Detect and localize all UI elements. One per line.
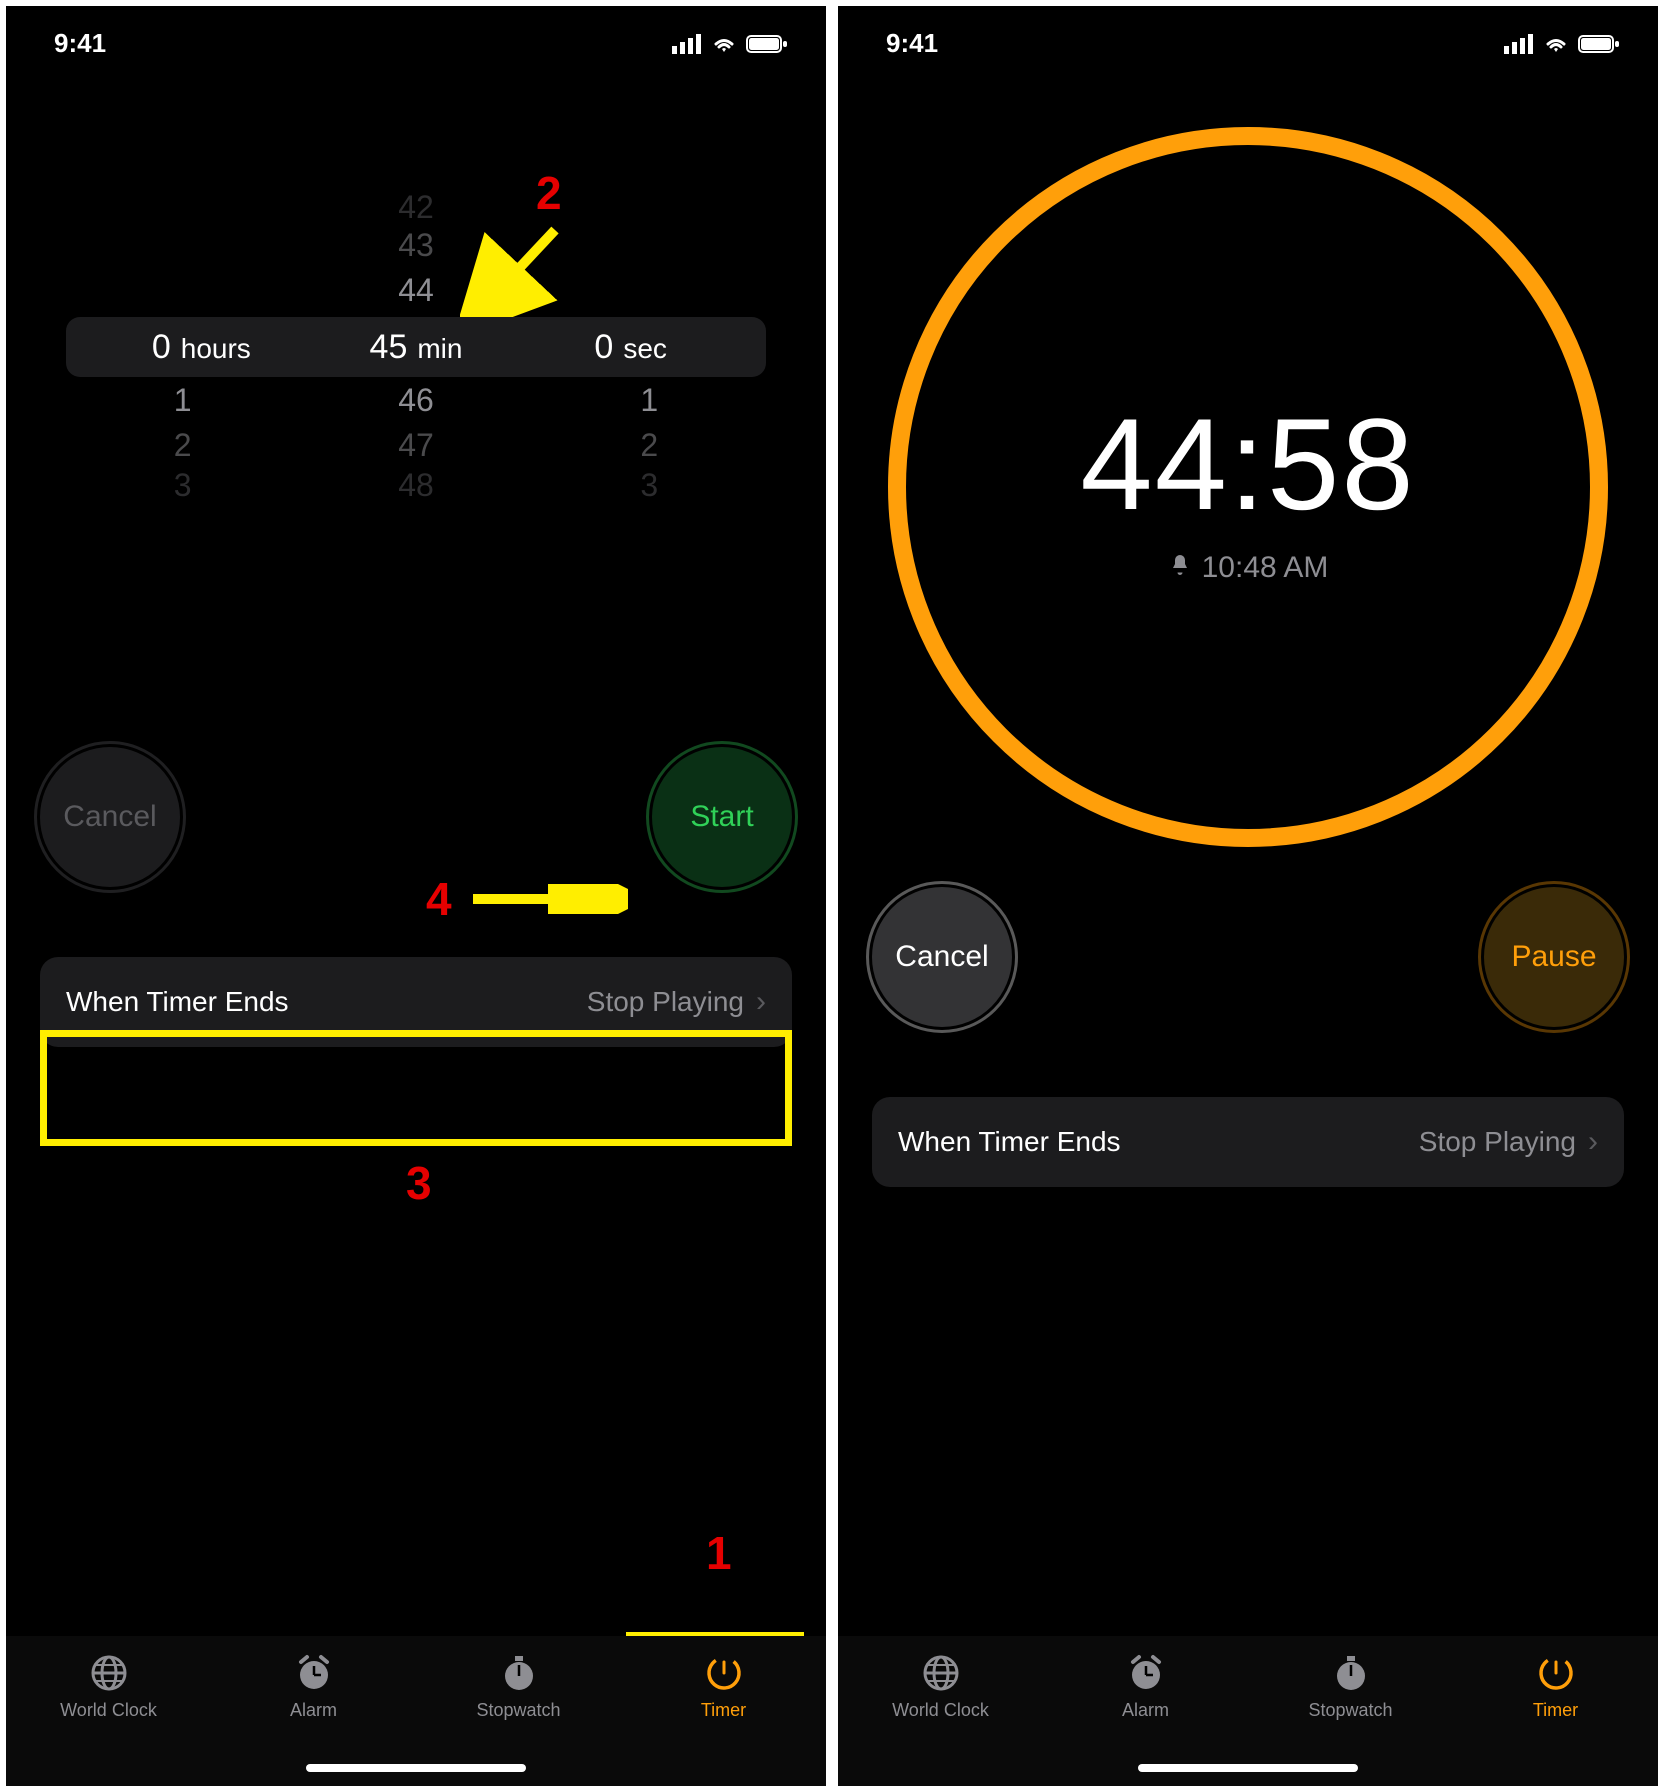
wifi-icon [1542, 34, 1570, 54]
annotation-4: 4 [426, 872, 452, 926]
pause-button[interactable]: Pause [1484, 887, 1624, 1027]
tab-timer[interactable]: Timer [1453, 1652, 1658, 1721]
home-indicator[interactable] [1138, 1764, 1358, 1772]
cancel-button[interactable]: Cancel [872, 887, 1012, 1027]
cancel-button[interactable]: Cancel [40, 747, 180, 887]
when-timer-ends-value: Stop Playing [587, 986, 744, 1018]
timer-icon [1535, 1652, 1577, 1694]
battery-icon [1578, 34, 1620, 54]
when-timer-ends-row[interactable]: When Timer Ends Stop Playing › [40, 957, 792, 1047]
when-timer-ends-label: When Timer Ends [66, 986, 587, 1018]
time-remaining: 44:58 [1080, 389, 1415, 539]
chevron-right-icon: › [1588, 1125, 1598, 1159]
stopwatch-icon [498, 1652, 540, 1694]
timer-progress-ring: 44:58 10:48 AM [838, 107, 1658, 867]
annotation-box-3 [40, 1030, 792, 1146]
tab-stopwatch[interactable]: Stopwatch [416, 1652, 621, 1721]
phone-left: 9:41 2 42 43 44 0hours 45min 0sec 1461 2… [6, 6, 826, 1786]
status-indicators [672, 34, 788, 54]
alarm-icon [1125, 1652, 1167, 1694]
status-indicators [1504, 34, 1620, 54]
minutes-value: 45 [370, 328, 408, 367]
cellular-icon [672, 34, 702, 54]
tab-bar: World Clock Alarm Stopwatch Timer [838, 1636, 1658, 1786]
tab-stopwatch[interactable]: Stopwatch [1248, 1652, 1453, 1721]
tab-alarm[interactable]: Alarm [211, 1652, 416, 1721]
status-bar: 9:41 [6, 6, 826, 67]
phone-right: 9:41 44:58 10:48 AM Cancel Pause [838, 6, 1658, 1786]
status-time: 9:41 [886, 28, 938, 59]
globe-icon [920, 1652, 962, 1694]
home-indicator[interactable] [306, 1764, 526, 1772]
tab-bar: World Clock Alarm Stopwatch Timer [6, 1636, 826, 1786]
globe-icon [88, 1652, 130, 1694]
tab-alarm[interactable]: Alarm [1043, 1652, 1248, 1721]
picker-highlight: 0hours 45min 0sec [66, 317, 766, 377]
when-timer-ends-row[interactable]: When Timer Ends Stop Playing › [872, 1097, 1624, 1187]
annotation-arrow-4 [468, 884, 628, 914]
cellular-icon [1504, 34, 1534, 54]
seconds-value: 0 [594, 328, 613, 367]
when-timer-ends-label: When Timer Ends [898, 1126, 1419, 1158]
tab-world-clock[interactable]: World Clock [838, 1652, 1043, 1721]
hours-value: 0 [152, 328, 171, 367]
wifi-icon [710, 34, 738, 54]
start-button[interactable]: Start [652, 747, 792, 887]
stopwatch-icon [1330, 1652, 1372, 1694]
annotation-3: 3 [406, 1156, 432, 1210]
end-time: 10:48 AM [1168, 551, 1329, 585]
when-timer-ends-value: Stop Playing [1419, 1126, 1576, 1158]
annotation-1: 1 [706, 1526, 732, 1580]
battery-icon [746, 34, 788, 54]
status-time: 9:41 [54, 28, 106, 59]
tab-world-clock[interactable]: World Clock [6, 1652, 211, 1721]
chevron-right-icon: › [756, 985, 766, 1019]
tab-timer[interactable]: Timer [621, 1652, 826, 1721]
time-picker[interactable]: 42 43 44 0hours 45min 0sec 1461 2472 348… [6, 177, 826, 517]
status-bar: 9:41 [838, 6, 1658, 67]
timer-icon [703, 1652, 745, 1694]
bell-icon [1168, 551, 1192, 585]
alarm-icon [293, 1652, 335, 1694]
